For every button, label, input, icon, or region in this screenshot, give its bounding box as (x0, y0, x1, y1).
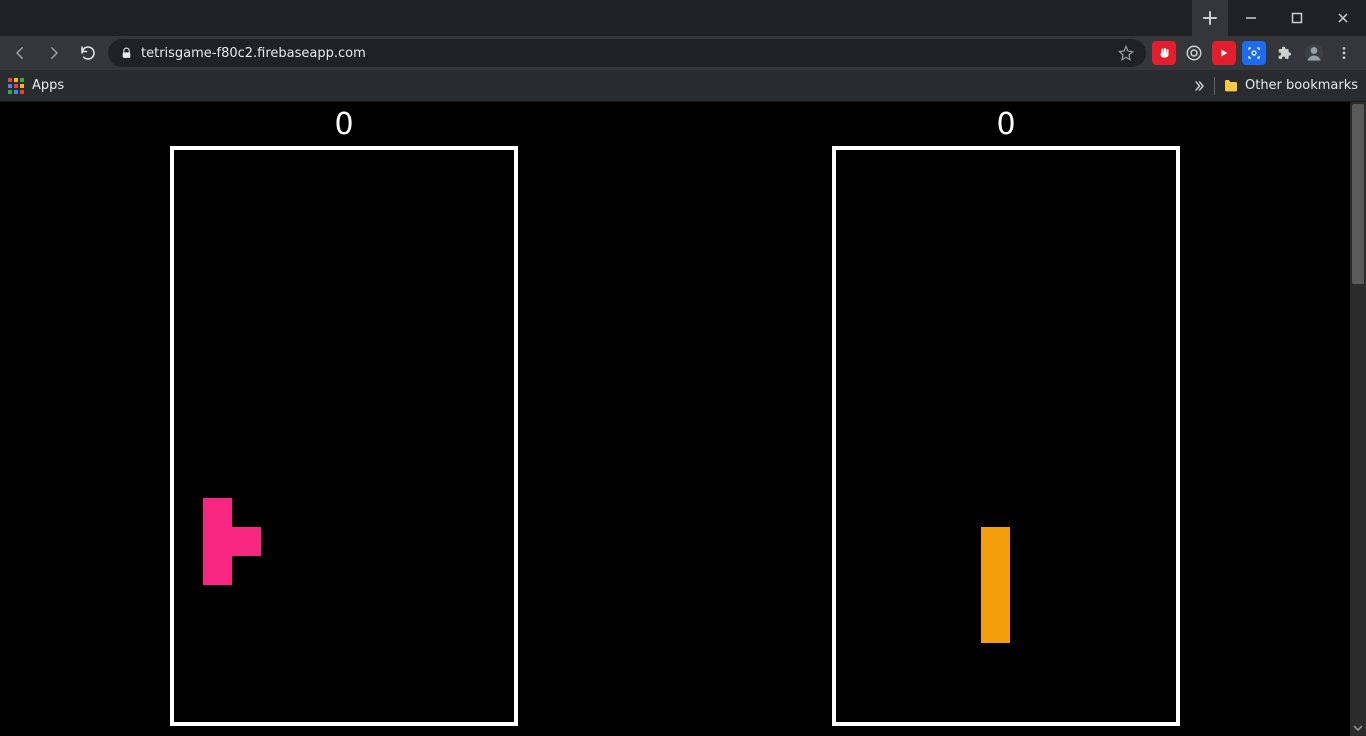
divider (1214, 77, 1215, 95)
apps-shortcut[interactable]: Apps (8, 78, 64, 94)
arrow-left-icon (11, 44, 29, 62)
lock-icon (120, 47, 133, 60)
browser-menu-button[interactable] (1332, 41, 1356, 65)
puzzle-icon (1276, 45, 1292, 61)
close-icon (1337, 12, 1349, 24)
hand-icon (1158, 47, 1170, 59)
extension-icon[interactable] (1152, 41, 1176, 65)
window-titlebar (0, 0, 1366, 36)
tetromino-cell (203, 556, 232, 585)
scrollbar-down-button[interactable] (1350, 720, 1366, 736)
apps-label: Apps (32, 78, 64, 93)
reload-icon (79, 44, 97, 62)
chevron-double-right-icon (1192, 79, 1206, 93)
address-bar[interactable]: tetrisgame-f80c2.firebaseapp.com (108, 39, 1146, 67)
extensions-row (1152, 41, 1360, 65)
nav-reload-button[interactable] (74, 39, 102, 67)
player-2-score: 0 (996, 110, 1015, 140)
tetromino-cell (981, 585, 1010, 614)
window-maximize-button[interactable] (1274, 0, 1320, 36)
arrow-right-icon (45, 44, 63, 62)
chevron-down-icon (1353, 723, 1363, 733)
dots-vertical-icon (1336, 45, 1352, 61)
window-close-button[interactable] (1320, 0, 1366, 36)
target-icon (1185, 44, 1203, 62)
apps-grid-icon (8, 78, 24, 94)
star-icon (1118, 45, 1134, 61)
extension-icon[interactable] (1242, 41, 1266, 65)
tetromino-cell (981, 527, 1010, 556)
tab-strip (0, 0, 1192, 36)
tetromino-cell (203, 498, 232, 527)
tetromino-cell (203, 527, 232, 556)
address-bar-url: tetrisgame-f80c2.firebaseapp.com (141, 46, 1110, 61)
folder-icon (1223, 78, 1239, 94)
minimize-icon (1245, 12, 1257, 24)
extension-icon[interactable] (1212, 41, 1236, 65)
bookmark-star-button[interactable] (1118, 45, 1134, 61)
other-bookmarks-label: Other bookmarks (1245, 78, 1358, 93)
other-bookmarks-folder[interactable]: Other bookmarks (1223, 78, 1358, 94)
nav-back-button[interactable] (6, 39, 34, 67)
vertical-scrollbar[interactable] (1350, 102, 1366, 736)
player-1-score: 0 (334, 110, 353, 140)
maximize-icon (1291, 12, 1303, 24)
avatar-icon (1304, 43, 1324, 63)
viewfinder-icon (1248, 47, 1260, 59)
extensions-menu-button[interactable] (1272, 41, 1296, 65)
profile-avatar[interactable] (1302, 41, 1326, 65)
browser-toolbar: tetrisgame-f80c2.firebaseapp.com (0, 36, 1366, 70)
play-icon (1219, 48, 1229, 58)
new-tab-button[interactable] (1192, 0, 1228, 36)
plus-icon (1203, 11, 1217, 25)
player-2-board[interactable] (832, 146, 1180, 726)
player-1-board[interactable] (170, 146, 518, 726)
player-pane: 0 (832, 110, 1180, 726)
bookmarks-overflow-button[interactable] (1192, 79, 1206, 93)
tetromino-cell (981, 556, 1010, 585)
page-viewport: 0 0 (0, 102, 1366, 736)
scrollbar-thumb[interactable] (1352, 104, 1364, 284)
tetromino-cell (981, 614, 1010, 643)
window-minimize-button[interactable] (1228, 0, 1274, 36)
nav-forward-button[interactable] (40, 39, 68, 67)
extension-icon[interactable] (1182, 41, 1206, 65)
tetromino-cell (232, 527, 261, 556)
bookmarks-bar: Apps Other bookmarks (0, 70, 1366, 102)
player-pane: 0 (170, 110, 518, 726)
